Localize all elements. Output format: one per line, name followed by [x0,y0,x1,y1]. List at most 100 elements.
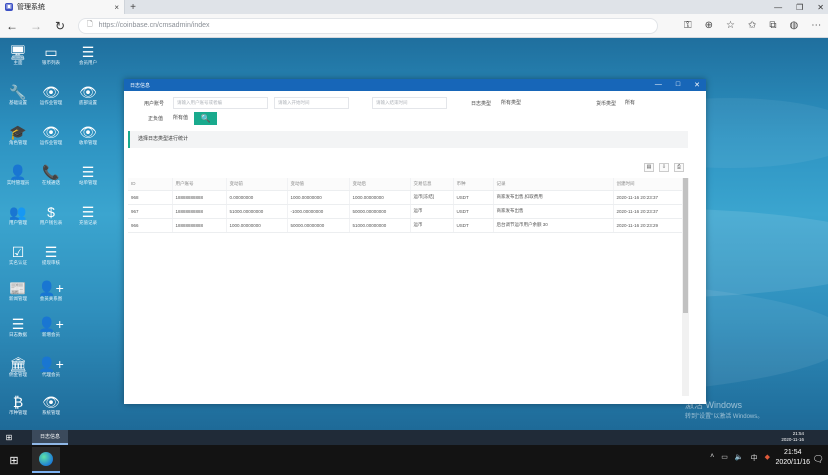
system-clock[interactable]: 21:54 2020/11/16 [775,448,810,468]
end-time-input[interactable]: 请输入结束时间 [372,97,447,109]
search-button[interactable]: 🔍 [194,112,217,125]
refresh-button[interactable]: ↻ [54,19,66,33]
table-scrollbar[interactable] [682,178,689,396]
desktop-icon[interactable]: 👤+ 新增会员 [33,316,69,338]
desktop-icon[interactable]: ₿ 币种管理 [0,394,36,416]
export-button[interactable]: ⇩ [659,163,669,172]
table-cell: 51000.00000000 [226,204,288,219]
inner-taskbar-app[interactable]: 日志信息 [32,430,69,445]
close-tab-icon[interactable]: × [114,3,119,12]
desktop-icon-label: 收单管理 [79,140,97,145]
print-button[interactable]: ⎙ [674,163,684,172]
desktop-icon[interactable]: 👁 系统管理 [33,394,69,416]
desktop-icon[interactable]: ☑ 实名认证 [0,244,36,266]
table-cell: 1000.00000000 [226,218,288,233]
desktop-icon[interactable]: 🎓 角色管理 [0,124,36,146]
desktop-icon[interactable]: ☰ 提现审核 [33,244,69,266]
favorite-star-icon[interactable]: ☆ [726,20,735,31]
column-header[interactable]: 变动值 [287,178,350,191]
volume-icon[interactable]: 🔈 [735,453,744,463]
new-tab-button[interactable]: + [125,2,141,13]
currency-type-label: 货币类型 [596,101,617,107]
desktop-icon[interactable]: 🔧 基础设置 [0,84,36,106]
desktop-icon[interactable]: 👁 收单管理 [70,124,106,146]
favorites-list-icon[interactable]: ✩ [748,20,756,31]
desktop-icon[interactable]: 👤+ 会员关系图 [33,280,69,302]
page-info-icon[interactable]: 🗋 [87,20,93,31]
log-type-select[interactable]: 所有类型 [498,97,568,109]
columns-toggle-button[interactable]: ▤ [644,163,654,172]
desktop-icon[interactable]: ☰ 站单管理 [70,164,106,186]
notification-icon[interactable]: 🗨 [813,454,824,465]
sign-type-select[interactable]: 所有值 [170,112,194,124]
column-header[interactable]: 记录 [493,178,614,191]
table-cell: 967 [128,204,173,219]
desktop-shortcut-icon: ₿ [12,394,24,410]
app-tray-icon[interactable]: ◆ [765,453,770,463]
network-icon[interactable]: ▭ [721,453,728,463]
desktop-icon-label: 新闻管理 [9,296,27,301]
desktop-icon[interactable]: ☰ 会员用户 [70,44,106,66]
start-time-input[interactable]: 请输入开始时间 [274,97,349,109]
edge-taskbar-button[interactable] [32,447,60,473]
ime-indicator[interactable]: 中 [751,453,758,463]
table-cell: USDT [453,190,494,205]
desktop-icon[interactable]: 👥 用户管理 [0,204,36,226]
user-account-input[interactable]: 请输入用户账号或者编 [173,97,268,109]
column-header[interactable]: 变动后 [349,178,411,191]
column-header[interactable]: 交易信息 [410,178,454,191]
desktop-icon[interactable]: 👤+ 代理会员 [33,356,69,378]
window-minimize-button[interactable]: — [655,81,662,89]
windows-start-icon[interactable]: ⊞ [0,454,28,467]
maximize-button[interactable]: ❐ [796,3,803,12]
desktop-icon[interactable]: ☰ 充值记录 [70,204,106,226]
more-menu-icon[interactable]: ⋯ [811,20,821,31]
browser-tab[interactable]: ▣ 管理系统 × [0,0,125,14]
desktop-icon-label: 会员关系图 [39,296,63,301]
address-bar[interactable]: 🗋 https://coinbase.cn/cmsadmin/index [78,17,658,34]
column-header[interactable]: 创建时间 [613,178,683,191]
scrollbar-thumb[interactable] [683,178,688,313]
back-button[interactable]: ← [6,19,18,33]
desktop-icon[interactable]: 👁 运作业管理 [33,84,69,106]
desktop-icon[interactable]: 👁 运作业管理 [33,124,69,146]
desktop-icon[interactable]: 👁 底部设置 [70,84,106,106]
profile-icon[interactable]: ◍ [790,20,799,31]
close-window-button[interactable]: ✕ [817,3,824,12]
column-header[interactable]: 用户账号 [172,178,227,191]
desktop-icon-label: 基础设置 [9,100,27,105]
collections-icon[interactable]: ⧉ [769,20,776,31]
window-maximize-button[interactable]: □ [676,81,680,89]
table-cell: USDT [453,218,494,233]
zoom-icon[interactable]: ⊕ [705,20,713,31]
column-header[interactable]: 币种 [453,178,494,191]
desktop-shortcut-icon: 👁 [42,124,60,140]
window-titlebar[interactable]: 日志信息 — □ ✕ [124,79,706,91]
table-body: 968 18888888888 0.00000000 1000.00000000 100… [128,190,683,233]
inner-start-button[interactable]: ⊞ [0,433,18,442]
desktop-icon-label: 新增会员 [42,332,60,337]
desktop-icon[interactable]: 👤 实时管理员 [0,164,36,186]
key-icon[interactable]: ⚿ [684,20,692,31]
table-row[interactable]: 968 18888888888 0.00000000 1000.00000000 100… [128,190,683,205]
edge-browser-icon [39,452,53,466]
desktop-icon-label: 主面 [13,60,23,65]
desktop-icon[interactable]: 🏛 佣金管理 [0,356,36,378]
desktop-icon[interactable]: $ 用户钱包表 [33,204,69,226]
table-cell: 运币 [410,218,454,233]
desktop-icon[interactable]: ☰ 日志数据 [0,316,36,338]
tray-chevron-icon[interactable]: ˄ [710,453,714,463]
desktop-icon[interactable]: ▭ 银币列表 [33,44,69,66]
table-row[interactable]: 967 18888888888 51000.00000000 -1000.000000… [128,204,683,219]
forward-button[interactable]: → [30,19,42,33]
table-row[interactable]: 966 18888888888 1000.00000000 50000.0000000… [128,218,683,233]
minimize-button[interactable]: — [774,3,782,12]
currency-type-select[interactable]: 所有 [622,97,682,109]
window-close-button[interactable]: ✕ [694,81,700,89]
column-header[interactable]: 变动前 [226,178,288,191]
desktop-icon[interactable]: 🖥 主面 [0,44,36,66]
desktop-icon-label: 用户管理 [9,220,27,225]
column-header[interactable]: ID [128,178,173,191]
desktop-icon[interactable]: 📰 新闻管理 [0,280,36,302]
desktop-icon[interactable]: 📞 在线通话 [33,164,69,186]
